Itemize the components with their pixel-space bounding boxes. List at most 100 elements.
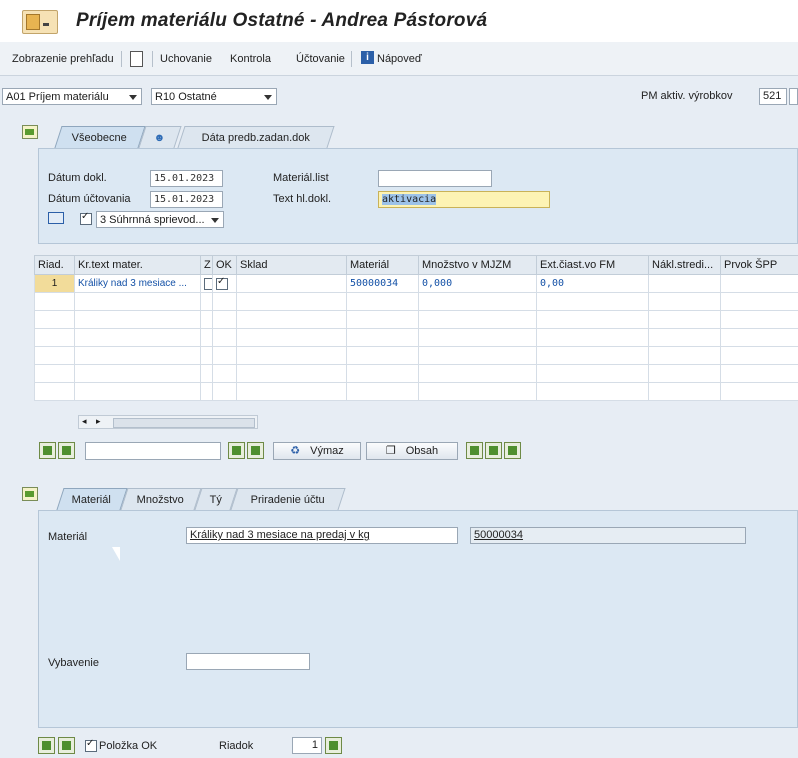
application-toolbar: Zobrazenie prehľadu Uchovanie Kontrola Ú… <box>0 42 798 76</box>
doc-date-input[interactable]: 15.01.2023 <box>150 170 223 187</box>
scrollbar-thumb[interactable] <box>113 418 255 428</box>
items-table: Riad. Kr.text mater. Z OK Sklad Materiál… <box>34 255 798 401</box>
header-text-label: Text hl.dokl. <box>273 193 332 205</box>
next-item-icon[interactable] <box>58 737 75 754</box>
table-row[interactable] <box>34 310 798 329</box>
chevron-down-icon <box>211 218 219 223</box>
print-checkbox[interactable] <box>80 211 92 226</box>
table-row[interactable] <box>34 346 798 365</box>
col-short-text[interactable]: Kr.text mater. <box>74 255 201 275</box>
tab-quantity[interactable]: Množstvo <box>120 488 202 510</box>
table-row[interactable] <box>34 328 798 347</box>
toggle-header-icon[interactable] <box>22 125 38 139</box>
scroll-right-icon[interactable]: ▸ <box>96 416 101 427</box>
tab-partner[interactable]: ☻ <box>138 126 182 148</box>
storage-cell[interactable] <box>236 274 347 293</box>
delete-button[interactable]: ♻ Výmaz <box>273 442 361 460</box>
pm-input-extra[interactable] <box>789 88 798 105</box>
material-cell[interactable]: 50000034 <box>346 274 419 293</box>
chevron-down-icon <box>264 95 272 100</box>
post-date-label: Dátum účtovania <box>48 193 131 205</box>
fulfillment-input[interactable] <box>186 653 310 670</box>
print-option-select[interactable]: 3 Súhrnná sprievod... <box>96 211 224 228</box>
post-button[interactable]: Účtovanie <box>296 53 345 65</box>
layout-icon[interactable] <box>466 442 483 459</box>
item-ok-label: Položka OK <box>99 740 158 752</box>
wbs-cell[interactable] <box>720 274 798 293</box>
quantity-cell[interactable]: 0,000 <box>418 274 537 293</box>
previous-item-icon[interactable] <box>38 737 55 754</box>
z-checkbox[interactable] <box>204 277 212 290</box>
material-label: Materiál <box>48 531 88 543</box>
action-select-value: A01 Príjem materiálu <box>6 91 109 103</box>
hold-button[interactable]: Uchovanie <box>160 53 212 65</box>
print-option-value: 3 Súhrnná sprievod... <box>100 214 205 226</box>
copy-icon: ❐ <box>385 445 396 457</box>
trash-icon: ♻ <box>290 445 301 457</box>
action-select[interactable]: A01 Príjem materiálu <box>2 88 142 105</box>
toggle-detail-icon[interactable] <box>22 487 38 501</box>
table-row[interactable] <box>34 382 798 401</box>
find-next-icon[interactable] <box>247 442 264 459</box>
post-date-input[interactable]: 15.01.2023 <box>150 191 223 208</box>
reference-select-value: R10 Ostatné <box>155 91 217 103</box>
col-storage[interactable]: Sklad <box>236 255 347 275</box>
chevron-down-icon <box>129 95 137 100</box>
tab-account-assignment[interactable]: Priradenie účtu <box>230 488 346 510</box>
new-document-icon[interactable] <box>130 51 143 67</box>
horizontal-scrollbar[interactable]: ◂ ▸ <box>78 415 258 429</box>
material-description-input[interactable]: Králiky nad 3 mesiace na predaj v kg <box>186 527 458 544</box>
row-label: Riadok <box>219 740 254 752</box>
table-row[interactable] <box>34 292 798 311</box>
settings-icon[interactable] <box>504 442 521 459</box>
scroll-left-icon[interactable]: ◂ <box>82 416 87 427</box>
col-ok[interactable]: OK <box>212 255 237 275</box>
header-text-value: aktivacia <box>382 194 437 205</box>
overview-button[interactable]: Zobrazenie prehľadu <box>12 53 114 65</box>
find-icon[interactable] <box>228 442 245 459</box>
amount-cell[interactable]: 0,00 <box>536 274 649 293</box>
go-to-row-icon[interactable] <box>325 737 342 754</box>
ok-cell[interactable] <box>212 274 237 293</box>
table-row[interactable] <box>34 364 798 383</box>
tab-general[interactable]: Všeobecne <box>54 126 146 148</box>
material-number-field: 50000034 <box>470 527 746 544</box>
transaction-menu-icon[interactable] <box>22 10 58 34</box>
select-all-icon[interactable] <box>39 442 56 459</box>
col-wbs[interactable]: Prvok ŠPP <box>720 255 798 275</box>
ok-checkbox[interactable] <box>216 276 228 290</box>
tab-material[interactable]: Materiál <box>56 488 128 510</box>
mouse-pointer-icon <box>112 547 120 561</box>
hierarchy-icon[interactable] <box>485 442 502 459</box>
row-input[interactable]: 1 <box>292 737 322 754</box>
info-icon[interactable]: i <box>361 51 374 64</box>
table-row[interactable]: 1 Králiky nad 3 mesiace ... 50000034 0,0… <box>34 274 798 293</box>
grid-search-input[interactable] <box>85 442 221 460</box>
col-material[interactable]: Materiál <box>346 255 419 275</box>
col-amount[interactable]: Ext.čiast.vo FM <box>536 255 649 275</box>
pm-input[interactable]: 521 <box>759 88 787 105</box>
col-cost-center[interactable]: Nákl.stredi... <box>648 255 721 275</box>
table-header-row: Riad. Kr.text mater. Z OK Sklad Materiál… <box>34 255 798 275</box>
fulfillment-label: Vybavenie <box>48 657 99 669</box>
contents-button[interactable]: ❐ Obsah <box>366 442 458 460</box>
col-quantity[interactable]: Množstvo v MJZM <box>418 255 537 275</box>
tab-predefined-data[interactable]: Dáta predb.zadan.dok <box>177 126 335 148</box>
check-button[interactable]: Kontrola <box>230 53 271 65</box>
pm-label: PM aktiv. výrobkov <box>641 90 733 102</box>
printer-icon[interactable] <box>48 212 64 224</box>
item-ok-checkbox[interactable] <box>85 738 97 753</box>
deselect-all-icon[interactable] <box>58 442 75 459</box>
col-line[interactable]: Riad. <box>34 255 75 275</box>
short-text-cell[interactable]: Králiky nad 3 mesiace ... <box>74 274 201 293</box>
delete-label: Výmaz <box>310 445 344 457</box>
help-button[interactable]: Nápoveď <box>377 53 422 65</box>
z-cell[interactable] <box>200 274 213 293</box>
header-text-input[interactable]: aktivacia <box>378 191 550 208</box>
reference-select[interactable]: R10 Ostatné <box>151 88 277 105</box>
cost-center-cell[interactable] <box>648 274 721 293</box>
material-slip-input[interactable] <box>378 170 492 187</box>
col-z[interactable]: Z <box>200 255 213 275</box>
window-title: Príjem materiálu Ostatné - Andrea Pástor… <box>76 10 488 31</box>
line-number-cell[interactable]: 1 <box>34 274 75 293</box>
